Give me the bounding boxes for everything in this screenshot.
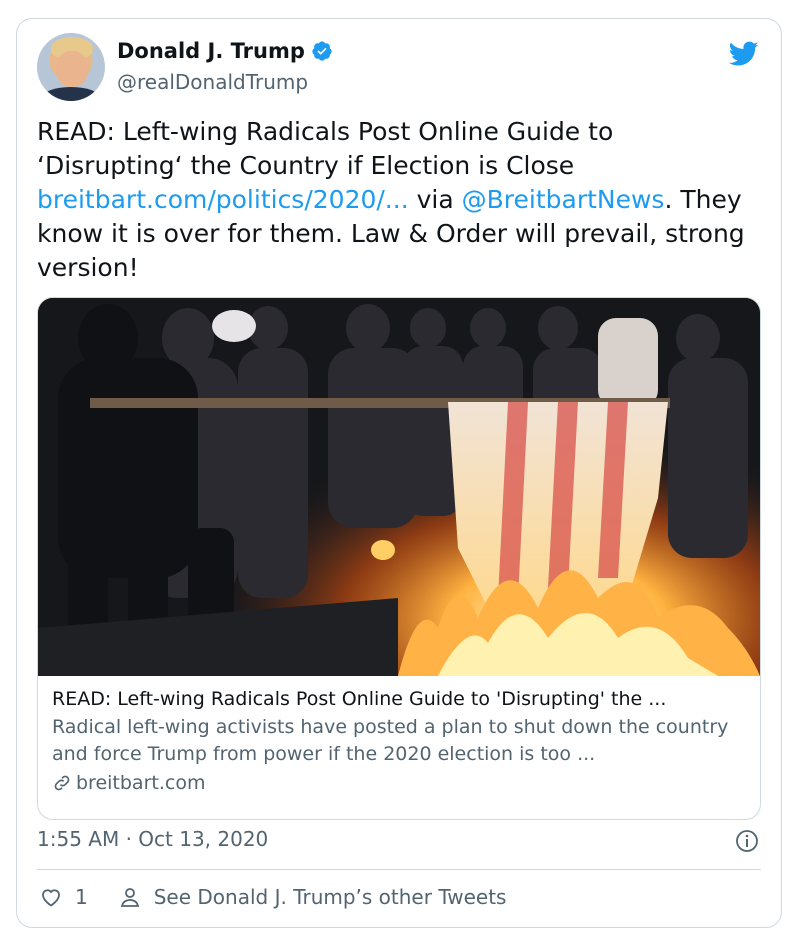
see-other-tweets-label[interactable]: See Donald J. Trump’s other Tweets [154,885,507,909]
tweet-embed: Donald J. Trump @realDonaldTrump READ: L… [16,18,782,928]
see-other-tweets-link[interactable]: See Donald J. Trump’s other Tweets [118,885,507,909]
link-card[interactable]: READ: Left-wing Radicals Post Online Gui… [37,297,761,820]
mention-link[interactable]: @BreitbartNews [462,185,665,214]
verified-badge-icon [312,41,332,61]
info-icon[interactable] [735,829,759,853]
link-card-title[interactable]: READ: Left-wing Radicals Post Online Gui… [52,686,748,712]
twitter-bird-icon[interactable] [729,41,759,67]
like-button[interactable]: 1 [39,885,88,909]
tweet-actions: 1 See Donald J. Trump’s other Tweets [39,885,506,909]
tweet-timestamp[interactable]: 1:55 AM · Oct 13, 2020 [37,827,268,851]
tweet-text-part: READ: Left-wing Radicals Post Online Gui… [37,117,614,180]
author-name[interactable]: Donald J. Trump [117,39,305,63]
avatar[interactable] [37,33,105,101]
author-name-row[interactable]: Donald J. Trump [117,39,333,63]
tweet-text: READ: Left-wing Radicals Post Online Gui… [37,115,757,285]
link-card-text[interactable]: READ: Left-wing Radicals Post Online Gui… [52,686,748,796]
link-card-domain[interactable]: breitbart.com [76,770,205,796]
link-card-domain-row[interactable]: breitbart.com [52,770,748,796]
link-card-description: Radical left-wing activists have posted … [52,716,729,765]
link-icon [54,775,70,791]
tweet-via: via [408,185,462,214]
like-count: 1 [75,885,88,909]
author-handle[interactable]: @realDonaldTrump [117,70,308,94]
tweet-link[interactable]: breitbart.com/politics/2020/... [37,185,409,214]
heart-icon [42,889,60,907]
divider [37,869,761,870]
person-icon [120,888,139,907]
link-card-image[interactable] [38,298,760,676]
